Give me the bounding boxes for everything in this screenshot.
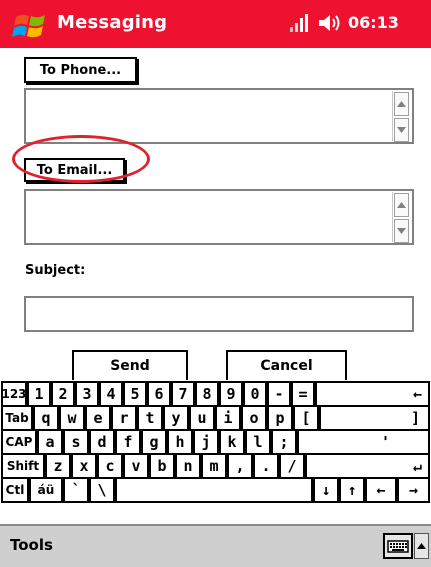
key-left-arrow[interactable]: ← xyxy=(365,477,397,503)
key-b[interactable]: b xyxy=(149,453,175,479)
key-p[interactable]: p xyxy=(267,405,293,431)
speaker-icon[interactable] xyxy=(317,13,343,33)
chevron-up-icon xyxy=(417,543,426,549)
key-backspace[interactable]: ← xyxy=(315,381,430,407)
key-6[interactable]: 6 xyxy=(147,381,171,407)
key-k[interactable]: k xyxy=(219,429,245,455)
key-3[interactable]: 3 xyxy=(75,381,99,407)
key-s[interactable]: s xyxy=(63,429,89,455)
to-email-scrollbar[interactable] xyxy=(392,192,411,243)
key-shift[interactable]: Shift xyxy=(1,453,45,479)
send-button[interactable]: Send xyxy=(72,350,188,380)
to-email-field[interactable] xyxy=(24,189,414,245)
key-t[interactable]: t xyxy=(137,405,163,431)
key-right-bracket[interactable]: ] xyxy=(319,405,430,431)
key-j[interactable]: j xyxy=(193,429,219,455)
key-ctl[interactable]: Ctl xyxy=(1,477,29,503)
key-f[interactable]: f xyxy=(115,429,141,455)
scroll-up-icon xyxy=(397,202,406,208)
to-phone-button[interactable]: To Phone... xyxy=(24,57,137,83)
key-h[interactable]: h xyxy=(167,429,193,455)
key-right-arrow[interactable]: → xyxy=(397,477,430,503)
key-up-arrow[interactable]: ↑ xyxy=(339,477,365,503)
key-left-bracket[interactable]: [ xyxy=(293,405,319,431)
key-v[interactable]: v xyxy=(123,453,149,479)
tools-menu[interactable]: Tools xyxy=(10,536,53,554)
key-space[interactable] xyxy=(115,477,313,503)
key-caps[interactable]: CAP xyxy=(1,429,37,455)
clock-time[interactable]: 06:13 xyxy=(348,13,399,32)
key-i[interactable]: i xyxy=(215,405,241,431)
scroll-down-icon xyxy=(397,228,406,234)
key-123[interactable]: 123 xyxy=(1,381,27,407)
scroll-up-button[interactable] xyxy=(394,193,409,217)
subject-label: Subject: xyxy=(25,263,86,278)
key-a[interactable]: a xyxy=(37,429,63,455)
key-equals[interactable]: = xyxy=(291,381,315,407)
windows-start-icon[interactable] xyxy=(12,9,52,41)
key-w[interactable]: w xyxy=(59,405,85,431)
key-backtick[interactable]: ` xyxy=(63,477,89,503)
key-tab[interactable]: Tab xyxy=(1,405,33,431)
to-phone-scrollbar[interactable] xyxy=(392,91,411,142)
key-international[interactable]: áü xyxy=(29,477,63,503)
key-q[interactable]: q xyxy=(33,405,59,431)
key-7[interactable]: 7 xyxy=(171,381,195,407)
signal-icon[interactable] xyxy=(288,13,310,33)
key-m[interactable]: m xyxy=(201,453,227,479)
key-e[interactable]: e xyxy=(85,405,111,431)
keyboard-row-bottom: Ctl áü ` \ ↓ ↑ ← → xyxy=(0,477,431,504)
keyboard-icon xyxy=(387,540,409,553)
cancel-button[interactable]: Cancel xyxy=(226,350,347,380)
key-c[interactable]: c xyxy=(97,453,123,479)
scroll-down-button[interactable] xyxy=(394,219,409,243)
key-l[interactable]: l xyxy=(245,429,271,455)
key-period[interactable]: . xyxy=(253,453,279,479)
key-z[interactable]: z xyxy=(45,453,71,479)
key-g[interactable]: g xyxy=(141,429,167,455)
key-1[interactable]: 1 xyxy=(27,381,51,407)
key-9[interactable]: 9 xyxy=(219,381,243,407)
key-d[interactable]: d xyxy=(89,429,115,455)
keyboard-row-numbers: 123 1 2 3 4 5 6 7 8 9 0 - = ← xyxy=(0,381,431,408)
key-enter[interactable]: ↵ xyxy=(305,453,430,479)
key-2[interactable]: 2 xyxy=(51,381,75,407)
subject-field[interactable] xyxy=(24,296,414,332)
key-down-arrow[interactable]: ↓ xyxy=(313,477,339,503)
key-comma[interactable]: , xyxy=(227,453,253,479)
key-8[interactable]: 8 xyxy=(195,381,219,407)
scroll-up-button[interactable] xyxy=(394,92,409,116)
pocket-pc-screen: Messaging 06:13 To Phone... To Email... xyxy=(0,0,431,567)
key-x[interactable]: x xyxy=(71,453,97,479)
key-u[interactable]: u xyxy=(189,405,215,431)
key-o[interactable]: o xyxy=(241,405,267,431)
to-email-button[interactable]: To Email... xyxy=(24,158,125,182)
input-panel-button[interactable] xyxy=(383,533,413,559)
key-n[interactable]: n xyxy=(175,453,201,479)
key-5[interactable]: 5 xyxy=(123,381,147,407)
scroll-down-icon xyxy=(397,127,406,133)
keyboard-row-home: CAP a s d f g h j k l ; ' xyxy=(0,429,431,456)
input-panel-menu-button[interactable] xyxy=(414,533,429,559)
key-slash[interactable]: / xyxy=(279,453,305,479)
key-y[interactable]: y xyxy=(163,405,189,431)
key-r[interactable]: r xyxy=(111,405,137,431)
title-bar: Messaging 06:13 xyxy=(0,0,431,48)
key-0[interactable]: 0 xyxy=(243,381,267,407)
app-title: Messaging xyxy=(57,12,168,33)
scroll-up-icon xyxy=(397,101,406,107)
to-phone-field[interactable] xyxy=(24,88,414,144)
soft-keyboard: 123 1 2 3 4 5 6 7 8 9 0 - = ← Tab q w e … xyxy=(0,381,431,525)
menu-bar: Tools xyxy=(0,524,431,567)
key-quote[interactable]: ' xyxy=(297,429,430,455)
key-semicolon[interactable]: ; xyxy=(271,429,297,455)
key-minus[interactable]: - xyxy=(267,381,291,407)
scroll-down-button[interactable] xyxy=(394,118,409,142)
key-4[interactable]: 4 xyxy=(99,381,123,407)
keyboard-row-shift: Shift z x c v b n m , . / ↵ xyxy=(0,453,431,480)
key-backslash[interactable]: \ xyxy=(89,477,115,503)
keyboard-row-qwerty: Tab q w e r t y u i o p [ ] xyxy=(0,405,431,432)
